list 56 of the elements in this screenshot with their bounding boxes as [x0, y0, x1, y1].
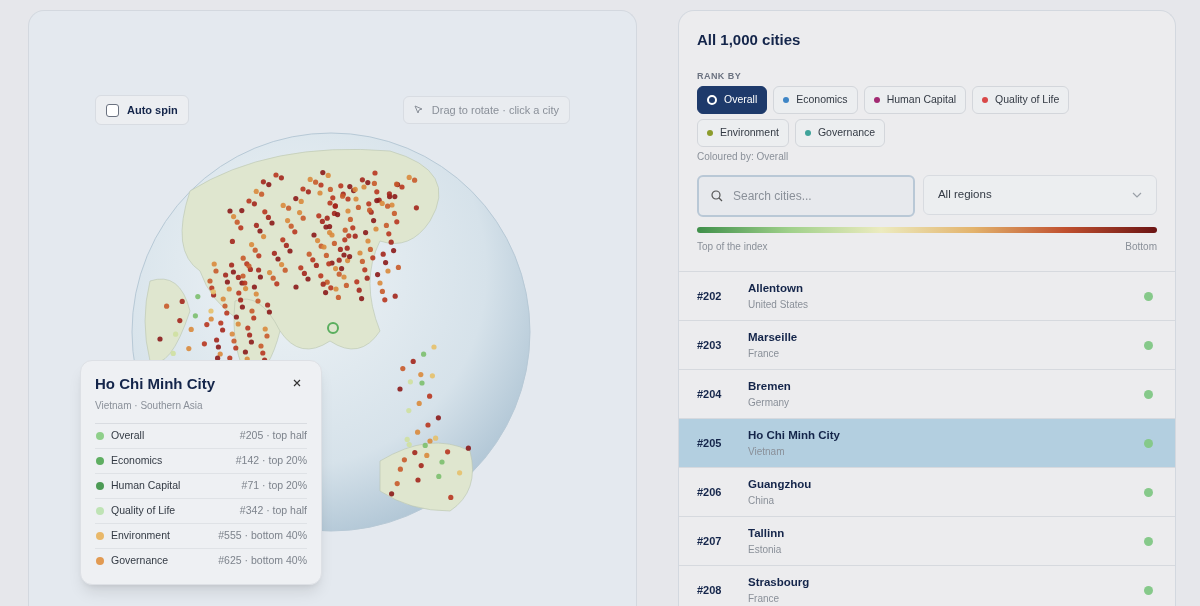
metric-value: #555 · bottom 40% — [218, 527, 307, 543]
metric-label: Overall — [111, 427, 145, 443]
metric-label: Governance — [111, 553, 169, 569]
metric-value: #205 · top half — [239, 427, 307, 443]
city-title: Ho Chi Minh City — [95, 374, 215, 394]
panel-title: All 1,000 cities — [697, 30, 802, 50]
rank-by-label: RANK BY — [697, 69, 743, 83]
city-country: Vietnam — [748, 445, 786, 460]
checkbox[interactable] — [106, 103, 119, 117]
metric-label: Environment — [111, 527, 170, 543]
rank-option-tab[interactable]: Human Capital — [863, 86, 967, 114]
scale-start-label: Top of the index — [697, 240, 768, 254]
cursor-icon — [413, 105, 424, 115]
metric-label: Quality of Life — [111, 502, 176, 518]
city-rank: #204 — [697, 386, 723, 402]
rank-option-tab[interactable]: Environment — [697, 119, 789, 147]
rank-option-tab[interactable]: Overall — [697, 86, 768, 114]
city-name: Bremen — [748, 378, 791, 394]
rotate-hint: Drag to rotate · click a city — [402, 96, 570, 124]
city-rank: #205 — [697, 435, 723, 451]
city-name: Marseille — [748, 329, 798, 345]
rank-option-tab[interactable]: Economics — [773, 86, 858, 114]
rank-option-tab[interactable]: Quality of Life — [972, 86, 1070, 114]
scale-end-label: Bottom — [1125, 240, 1157, 254]
city-rank: #207 — [697, 533, 723, 549]
city-rank: #203 — [697, 337, 723, 353]
city-country: United States — [748, 298, 809, 313]
city-rank: #206 — [697, 484, 723, 500]
chevron-down-icon — [1132, 192, 1142, 198]
city-name: Allentown — [748, 280, 804, 296]
search-icon — [711, 190, 723, 202]
coloured-by-note: Coloured by: Overall — [697, 150, 790, 164]
city-name: Guangzhou — [748, 476, 812, 492]
region-dropdown[interactable]: All regions — [922, 175, 1157, 215]
city-country: Estonia — [748, 543, 783, 558]
city-row[interactable]: #205 Ho Chi Minh City Vietnam — [679, 419, 1175, 468]
rank-option-tab[interactable]: Governance — [794, 119, 886, 147]
metric-value: #71 · top 20% — [241, 477, 307, 493]
metric-value: #142 · top 20% — [235, 452, 307, 468]
city-name: Ho Chi Minh City — [748, 427, 840, 443]
city-country: France — [748, 592, 781, 606]
auto-spin-toggle[interactable]: Auto spin — [95, 95, 189, 125]
city-name: Tallinn — [748, 525, 785, 541]
metric-value: #342 · top half — [239, 502, 307, 518]
metric-label: Economics — [111, 452, 163, 468]
metric-label: Human Capital — [111, 477, 181, 493]
city-rank: #202 — [697, 288, 723, 304]
city-country: France — [748, 347, 781, 362]
city-rank: #208 — [697, 582, 723, 598]
city-name: Strasbourg — [748, 574, 810, 590]
search-field[interactable]: Search cities... — [697, 175, 915, 217]
metric-value: #625 · bottom 40% — [218, 553, 307, 569]
city-country: Germany — [748, 396, 791, 411]
city-country: China — [748, 494, 776, 509]
city-subtitle: Vietnam · Southern Asia — [95, 398, 204, 413]
close-icon — [293, 379, 301, 387]
